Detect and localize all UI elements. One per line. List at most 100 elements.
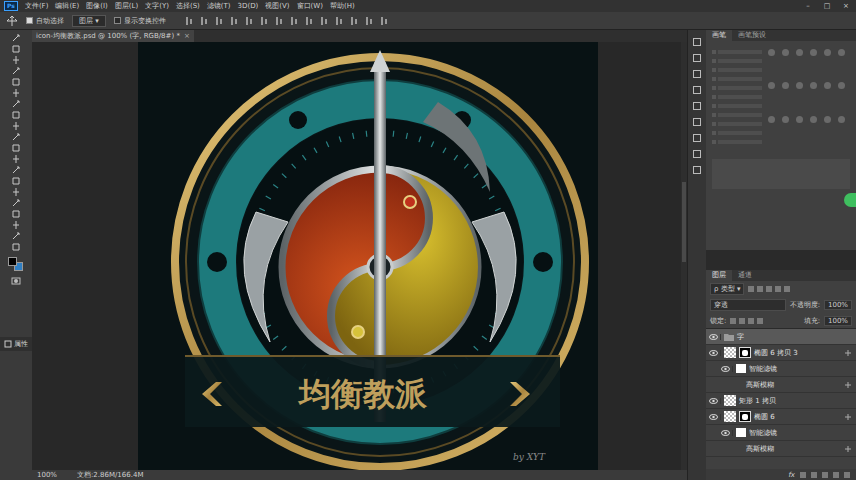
lock-icon[interactable] xyxy=(748,318,754,324)
next-arrow-icon[interactable] xyxy=(510,382,530,406)
brush-tip[interactable] xyxy=(824,49,831,56)
artwork-canvas[interactable]: 均衡教派by XYT xyxy=(138,42,598,470)
tool-icon[interactable] xyxy=(9,121,23,131)
target-select[interactable]: 图层 ▾ xyxy=(72,15,106,27)
menu-item[interactable]: 文件(F) xyxy=(25,1,49,11)
tool-icon[interactable] xyxy=(9,99,23,109)
transform-checkbox[interactable]: 显示变换控件 xyxy=(114,16,166,26)
align-icon[interactable] xyxy=(334,16,344,26)
zoom-level[interactable]: 100% xyxy=(37,471,65,479)
tool-icon[interactable] xyxy=(9,143,23,153)
menu-item[interactable]: 选择(S) xyxy=(176,1,200,11)
menu-item[interactable]: 文字(Y) xyxy=(145,1,169,11)
align-icon[interactable] xyxy=(364,16,374,26)
tool-icon[interactable] xyxy=(9,66,23,76)
brush-tip[interactable] xyxy=(838,116,845,123)
menu-item[interactable]: 编辑(E) xyxy=(55,1,79,11)
brush-tip[interactable] xyxy=(796,116,803,123)
brush-tip[interactable] xyxy=(810,49,817,56)
layer-row[interactable]: 矩形 1 拷贝 xyxy=(706,393,856,409)
properties-panel-button[interactable]: 属性 xyxy=(0,337,33,351)
window-control[interactable]: □ xyxy=(821,2,833,10)
brush-option[interactable] xyxy=(712,121,762,127)
tool-icon[interactable] xyxy=(9,187,23,197)
brush-option[interactable] xyxy=(712,139,762,145)
align-icon[interactable] xyxy=(184,16,194,26)
brush-tip[interactable] xyxy=(824,82,831,89)
panel-icon[interactable] xyxy=(691,116,703,128)
add-style-button[interactable]: fx xyxy=(788,471,795,479)
tool-icon[interactable] xyxy=(9,209,23,219)
menu-item[interactable]: 窗口(W) xyxy=(297,1,323,11)
align-icon[interactable] xyxy=(319,16,329,26)
brush-option[interactable] xyxy=(712,130,762,136)
filter-icon[interactable] xyxy=(748,286,754,292)
menu-item[interactable]: 视图(V) xyxy=(265,1,289,11)
filter-icon[interactable] xyxy=(775,286,781,292)
tool-icon[interactable] xyxy=(9,198,23,208)
tool-icon[interactable] xyxy=(9,44,23,54)
menu-item[interactable]: 滤镜(T) xyxy=(207,1,231,11)
previous-arrow-icon[interactable] xyxy=(202,382,222,406)
brush-tip[interactable] xyxy=(796,49,803,56)
tool-icon[interactable] xyxy=(9,55,23,65)
layer-action-icon[interactable] xyxy=(822,472,828,478)
floating-widget-icon[interactable] xyxy=(844,193,856,207)
opacity-field[interactable]: 100% xyxy=(824,300,852,310)
lock-icon[interactable] xyxy=(757,318,763,324)
panel-icon[interactable] xyxy=(691,36,703,48)
brush-tip[interactable] xyxy=(824,116,831,123)
layer-row[interactable]: 高斯模糊 xyxy=(706,441,856,457)
auto-select-checkbox[interactable]: 自动选择 xyxy=(26,16,64,26)
tool-icon[interactable] xyxy=(9,220,23,230)
lock-icon[interactable] xyxy=(739,318,745,324)
panel-tab[interactable]: 图层 xyxy=(706,270,732,281)
align-icon[interactable] xyxy=(229,16,239,26)
visibility-icon[interactable] xyxy=(718,366,733,372)
tool-icon[interactable] xyxy=(9,88,23,98)
layer-action-icon[interactable] xyxy=(833,472,839,478)
menu-item[interactable]: 帮助(H) xyxy=(330,1,355,11)
move-tool-icon[interactable] xyxy=(6,15,18,27)
layer-action-icon[interactable] xyxy=(800,472,806,478)
align-icon[interactable] xyxy=(304,16,314,26)
layer-row[interactable]: 椭圆 6 xyxy=(706,409,856,425)
brush-option[interactable] xyxy=(712,76,762,82)
panel-icon[interactable] xyxy=(691,52,703,64)
brush-option[interactable] xyxy=(712,103,762,109)
brush-option[interactable] xyxy=(712,67,762,73)
visibility-icon[interactable] xyxy=(706,334,721,340)
brush-option[interactable] xyxy=(712,49,762,55)
filter-icon[interactable] xyxy=(766,286,772,292)
panel-icon[interactable] xyxy=(691,84,703,96)
brush-tip[interactable] xyxy=(838,82,845,89)
panel-tab[interactable]: 画笔 xyxy=(706,30,732,41)
brush-tip[interactable] xyxy=(768,116,775,123)
lock-icon[interactable] xyxy=(730,318,736,324)
window-control[interactable]: – xyxy=(802,2,814,10)
brush-tip[interactable] xyxy=(782,82,789,89)
panel-icon[interactable] xyxy=(691,68,703,80)
layer-row[interactable]: 字 xyxy=(706,329,856,345)
visibility-icon[interactable] xyxy=(706,414,721,420)
align-icon[interactable] xyxy=(259,16,269,26)
panel-icon[interactable] xyxy=(691,148,703,160)
visibility-icon[interactable] xyxy=(718,430,733,436)
panel-icon[interactable] xyxy=(691,164,703,176)
layer-filter[interactable]: ρ 类型 ▾ xyxy=(710,283,744,295)
panel-icon[interactable] xyxy=(691,100,703,112)
layer-action-icon[interactable] xyxy=(844,472,850,478)
layer-row[interactable]: 高斯模糊 xyxy=(706,377,856,393)
menu-item[interactable]: 3D(D) xyxy=(238,2,259,10)
tool-icon[interactable] xyxy=(9,231,23,241)
brush-tip[interactable] xyxy=(796,82,803,89)
layer-action-icon[interactable] xyxy=(811,472,817,478)
panel-tab[interactable]: 通道 xyxy=(732,270,758,281)
panel-icon[interactable] xyxy=(691,132,703,144)
layer-row[interactable]: 智能滤镜 xyxy=(706,425,856,441)
menu-item[interactable]: 图像(I) xyxy=(86,1,108,11)
align-icon[interactable] xyxy=(244,16,254,26)
menu-item[interactable]: 图层(L) xyxy=(115,1,138,11)
brush-tip[interactable] xyxy=(838,49,845,56)
align-icon[interactable] xyxy=(349,16,359,26)
